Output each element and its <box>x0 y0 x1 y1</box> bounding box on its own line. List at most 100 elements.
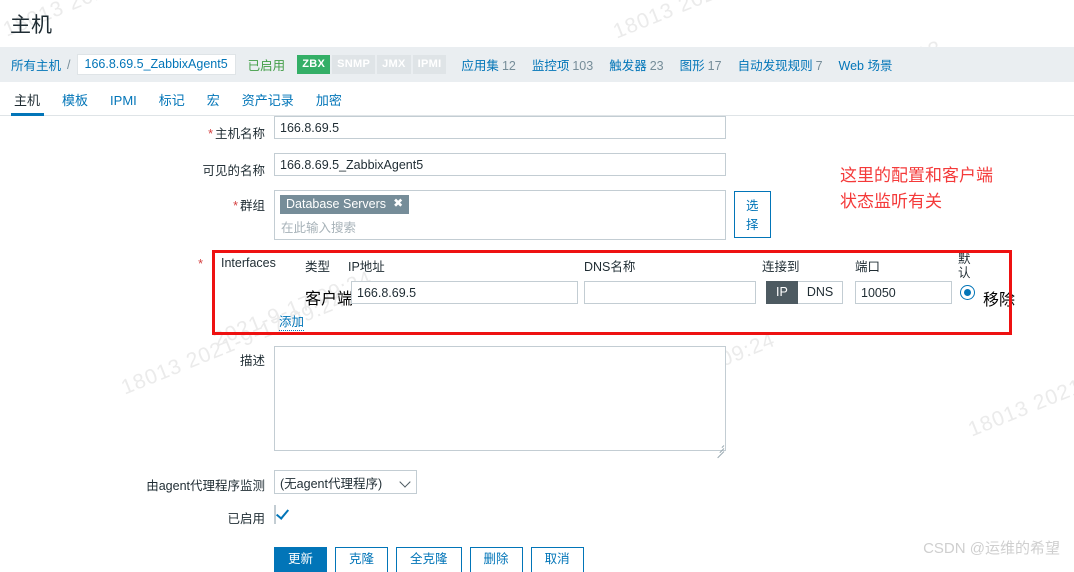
group-tag-label: Database Servers <box>286 197 387 211</box>
form-row-interfaces: * Interfaces 类型 IP地址 DNS名称 连接到 端口 默认 客户端… <box>0 250 1074 342</box>
breadcrumb-link-触发器[interactable]: 触发器 23 <box>609 59 663 73</box>
form-row-actions: 更新 克隆 全克隆 删除 取消 <box>0 547 1074 572</box>
button-全克隆[interactable]: 全克隆 <box>396 547 462 572</box>
group-tag[interactable]: Database Servers ✖ <box>280 195 410 215</box>
proxy-select[interactable]: (无agent代理程序) <box>274 470 417 495</box>
breadcrumb-link-label: 图形 <box>679 59 705 73</box>
visible-name-input[interactable] <box>274 153 726 176</box>
breadcrumb-link-Web 场景[interactable]: Web 场景 <box>839 59 893 73</box>
groups-multiselect[interactable]: Database Servers ✖ 在此输入搜索 <box>274 190 726 241</box>
enabled-label: 已启用 <box>227 512 265 527</box>
breadcrumb-link-count: 17 <box>707 59 722 73</box>
breadcrumb-link-count: 12 <box>501 59 516 73</box>
interfaces-header-default: 默认 <box>958 252 971 281</box>
required-asterisk: * <box>208 127 213 141</box>
interface-type-value: 客户端 <box>305 291 354 309</box>
breadcrumb-bar: 所有主机 / 166.8.69.5_ZabbixAgent5 已启用 ZBX SN… <box>0 47 1074 82</box>
host-status-badge: 已启用 <box>247 59 286 73</box>
form-row-host-name: * 主机名称 <box>0 116 1074 142</box>
button-取消[interactable]: 取消 <box>530 547 584 572</box>
tab-标记[interactable]: 标记 <box>148 94 196 115</box>
description-textarea[interactable] <box>274 346 726 452</box>
required-asterisk: * <box>198 257 203 272</box>
button-克隆[interactable]: 克隆 <box>335 547 389 572</box>
annotation-line-1: 这里的配置和客户端 <box>840 166 993 185</box>
breadcrumb-link-label: Web 场景 <box>838 59 893 73</box>
add-interface-link[interactable]: 添加 <box>279 311 305 332</box>
button-更新[interactable]: 更新 <box>274 547 328 572</box>
breadcrumb-link-图形[interactable]: 图形 17 <box>680 59 722 73</box>
monitored-by-proxy-label: 由agent代理程序监测 <box>146 479 265 494</box>
csdn-watermark: CSDN @运维的希望 <box>923 540 1060 557</box>
breadcrumb-host-name[interactable]: 166.8.69.5_ZabbixAgent5 <box>76 53 236 76</box>
groups-label: * 群组 <box>233 199 265 213</box>
host-name-control <box>274 116 726 139</box>
interface-connect-to-toggle: IP DNS <box>766 281 844 305</box>
interface-default-radio[interactable] <box>960 285 975 305</box>
connect-to-ip-button[interactable]: IP <box>766 281 798 305</box>
page-title: 主机 <box>10 14 52 37</box>
actions-spacer <box>0 547 274 554</box>
breadcrumb-link-自动发现规则[interactable]: 自动发现规则 7 <box>738 59 823 73</box>
interfaces-label: Interfaces <box>221 256 276 271</box>
enabled-control <box>274 505 276 525</box>
tab-加密[interactable]: 加密 <box>305 94 353 115</box>
groups-search-placeholder[interactable]: 在此输入搜索 <box>280 214 720 236</box>
breadcrumb-link-label: 应用集 <box>461 59 499 73</box>
interfaces-header-connect-to: 连接到 <box>762 260 800 275</box>
interface-remove-link[interactable]: 移除 <box>983 286 1015 310</box>
interface-dns-input[interactable] <box>584 281 756 305</box>
breadcrumb-entity-links: 应用集 12 监控项 103 触发器 23 图形 17 自动发现规则 7 Web 场景 <box>461 55 908 74</box>
tab-资产记录[interactable]: 资产记录 <box>231 94 305 115</box>
protocol-badges: ZBX SNMP JMX IPMI <box>297 54 447 75</box>
interface-port-input[interactable] <box>855 281 952 305</box>
visible-name-label: 可见的名称 <box>202 164 265 178</box>
breadcrumb-link-label: 触发器 <box>609 59 647 73</box>
select-group-button[interactable]: 选择 <box>734 191 771 238</box>
radio-icon[interactable] <box>960 285 975 301</box>
close-icon[interactable]: ✖ <box>393 196 403 211</box>
interfaces-header-ip: IP地址 <box>348 260 385 275</box>
breadcrumb-link-监控项[interactable]: 监控项 103 <box>532 59 593 73</box>
connect-to-dns-button[interactable]: DNS <box>797 281 844 305</box>
interface-ip-input[interactable] <box>351 281 578 305</box>
annotation-note: 这里的配置和客户端 状态监听有关 <box>840 163 993 216</box>
proxy-select-value: (无agent代理程序) <box>280 476 383 491</box>
breadcrumb-separator: / <box>67 57 71 72</box>
interface-port-control <box>855 281 952 305</box>
tab-主机[interactable]: 主机 <box>11 94 51 116</box>
breadcrumb-link-label: 监控项 <box>531 59 570 73</box>
interfaces-header-port: 端口 <box>855 260 881 275</box>
annotation-line-2: 状态监听有关 <box>840 192 942 212</box>
tab-模板[interactable]: 模板 <box>51 94 99 115</box>
breadcrumb-link-应用集[interactable]: 应用集 12 <box>461 59 515 73</box>
interface-ip-control <box>351 281 578 305</box>
form-row-monitored-by-proxy: 由agent代理程序监测 (无agent代理程序) <box>0 470 1074 495</box>
tab-宏[interactable]: 宏 <box>196 94 231 115</box>
action-button-bar: 更新 克隆 全克隆 删除 取消 <box>274 547 584 572</box>
breadcrumb-link-count: 23 <box>649 59 664 73</box>
breadcrumb-link-label: 自动发现规则 <box>737 59 813 73</box>
breadcrumb-link-count: 7 <box>815 59 823 73</box>
host-name-label: * 主机名称 <box>208 127 265 141</box>
interfaces-required-marker: * <box>0 250 214 271</box>
protocol-badge-jmx: JMX <box>377 54 411 75</box>
breadcrumb-link-count: 103 <box>572 59 594 73</box>
protocol-badge-snmp: SNMP <box>332 54 376 75</box>
breadcrumb-all-hosts[interactable]: 所有主机 <box>11 55 61 74</box>
tab-strip: 主机 模板 IPMI 标记宏资产记录 加密 <box>0 82 1074 116</box>
description-label: 描述 <box>239 354 265 369</box>
app-window: 18013 2021-9-17 09:2418013 2021-9-17 09:… <box>0 0 1074 572</box>
form-row-description: 描述 <box>0 346 1074 459</box>
host-name-input[interactable] <box>274 116 726 139</box>
monitored-by-proxy-control: (无agent代理程序) <box>274 470 417 495</box>
enabled-checkbox[interactable] <box>274 505 276 525</box>
chevron-down-icon <box>399 476 411 489</box>
tab-ipmi[interactable]: IPMI <box>99 94 148 115</box>
protocol-badge-ipmi: IPMI <box>412 54 447 75</box>
interface-dns-control <box>584 281 756 305</box>
visible-name-control <box>274 153 726 176</box>
breadcrumb: 所有主机 / 166.8.69.5_ZabbixAgent5 已启用 ZBX SN… <box>0 47 1074 82</box>
button-删除[interactable]: 删除 <box>469 547 523 572</box>
form-row-enabled: 已启用 <box>0 505 1074 527</box>
